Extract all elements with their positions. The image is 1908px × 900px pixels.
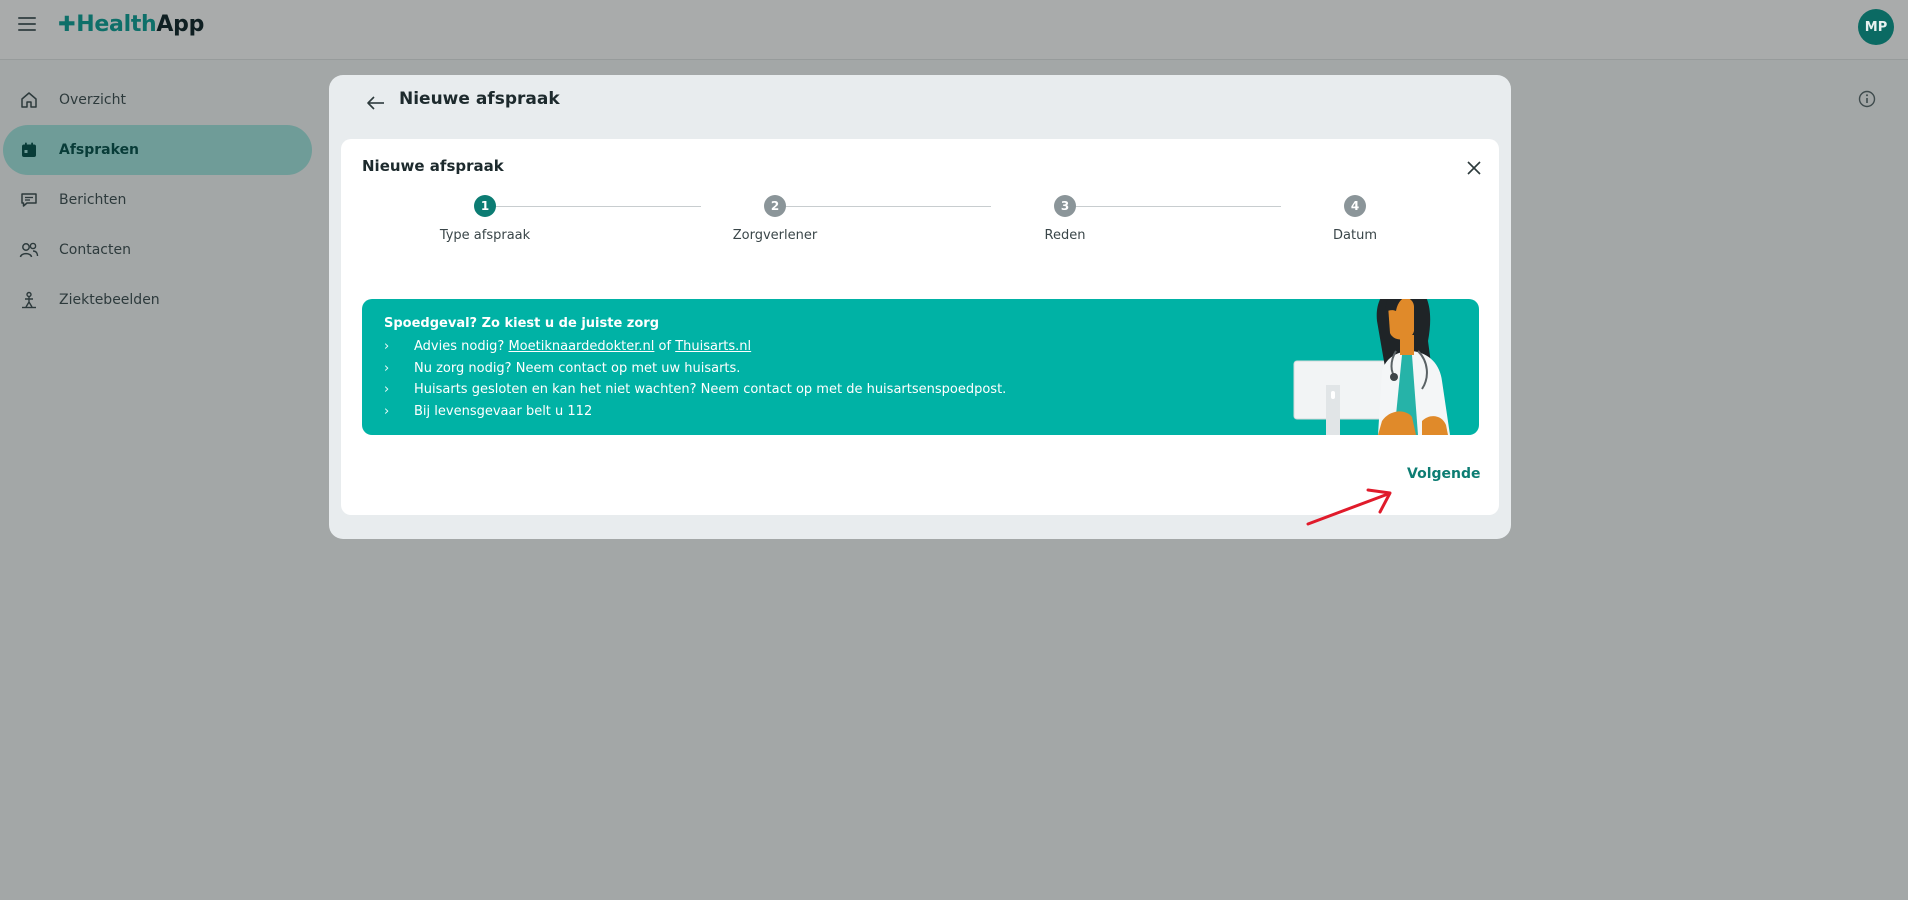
banner-text: Advies nodig?: [414, 339, 509, 355]
sidebar-item-contacten[interactable]: Contacten: [3, 225, 312, 275]
contacts-icon: [17, 238, 41, 262]
step-number: 2: [764, 195, 786, 217]
home-icon: [17, 88, 41, 112]
chevron-right-icon: ›: [384, 360, 390, 376]
list-item: › Advies nodig? Moetiknaardedokter.nl of…: [384, 336, 1006, 358]
step-zorgverlener: 2 Zorgverlener: [675, 195, 875, 243]
banner-text: Nu zorg nodig? Neem contact op met uw hu…: [414, 360, 741, 376]
app-logo[interactable]: ✚HealthApp: [58, 12, 204, 37]
thuisarts-link[interactable]: Thuisarts.nl: [675, 339, 751, 354]
sidebar-item-label: Ziektebeelden: [59, 292, 160, 308]
page-title: Nieuwe afspraak: [399, 89, 560, 109]
step-label: Datum: [1333, 228, 1377, 243]
step-number: 1: [474, 195, 496, 217]
annotation-arrow-icon: [1306, 488, 1392, 526]
stepper: 1 Type afspraak 2 Zorgverlener 3 Reden 4…: [341, 195, 1499, 255]
step-number: 3: [1054, 195, 1076, 217]
banner-text: of: [654, 339, 676, 355]
list-item: › Huisarts gesloten en kan het niet wach…: [384, 379, 1006, 401]
sidebar: Overzicht Afspraken Berichten Contacten …: [0, 75, 320, 325]
sidebar-item-label: Berichten: [59, 192, 127, 208]
step-label: Reden: [1044, 228, 1086, 243]
top-bar: ✚HealthApp MP: [0, 0, 1908, 60]
moetiknaardedokter-link[interactable]: Moetiknaardedokter.nl: [508, 339, 654, 354]
step-datum: 4 Datum: [1255, 195, 1455, 243]
calendar-icon: [17, 138, 41, 162]
step-number: 4: [1344, 195, 1366, 217]
appointment-dialog: Nieuwe afspraak 1 Type afspraak 2 Zorgve…: [341, 139, 1499, 515]
info-icon[interactable]: [1858, 90, 1876, 108]
user-avatar[interactable]: MP: [1858, 9, 1894, 45]
health-cross-icon: ✚: [58, 12, 76, 36]
chevron-right-icon: ›: [384, 339, 390, 355]
sidebar-item-label: Overzicht: [59, 92, 126, 108]
new-appointment-panel: Nieuwe afspraak Nieuwe afspraak 1 Type a…: [329, 75, 1511, 539]
sidebar-item-berichten[interactable]: Berichten: [3, 175, 312, 225]
list-item: › Nu zorg nodig? Neem contact op met uw …: [384, 358, 1006, 380]
step-type-afspraak: 1 Type afspraak: [385, 195, 585, 243]
chevron-right-icon: ›: [384, 403, 390, 419]
banner-title: Spoedgeval? Zo kiest u de juiste zorg: [384, 316, 659, 331]
step-label: Type afspraak: [439, 228, 531, 243]
message-icon: [17, 188, 41, 212]
menu-icon[interactable]: [18, 17, 36, 31]
dialog-title: Nieuwe afspraak: [362, 157, 504, 175]
doctor-illustration: [1293, 299, 1450, 435]
close-icon[interactable]: [1463, 157, 1485, 179]
sidebar-item-label: Afspraken: [59, 142, 140, 158]
sidebar-item-label: Contacten: [59, 242, 131, 258]
logo-app-text: App: [156, 12, 205, 37]
logo-health-text: Health: [76, 12, 157, 37]
sidebar-item-ziektebeelden[interactable]: Ziektebeelden: [3, 275, 312, 325]
sidebar-item-afspraken[interactable]: Afspraken: [3, 125, 312, 175]
sidebar-item-overzicht[interactable]: Overzicht: [3, 75, 312, 125]
step-reden: 3 Reden: [965, 195, 1165, 243]
condition-icon: [17, 288, 41, 312]
emergency-info-banner: Spoedgeval? Zo kiest u de juiste zorg › …: [362, 299, 1479, 435]
banner-list: › Advies nodig? Moetiknaardedokter.nl of…: [384, 336, 1006, 422]
next-button[interactable]: Volgende: [1407, 466, 1481, 482]
banner-text: Huisarts gesloten en kan het niet wachte…: [414, 382, 1007, 398]
step-label: Zorgverlener: [732, 228, 818, 243]
chevron-right-icon: ›: [384, 382, 390, 398]
back-arrow-icon[interactable]: [363, 90, 389, 116]
list-item: › Bij levensgevaar belt u 112: [384, 401, 1006, 423]
banner-text: Bij levensgevaar belt u 112: [414, 403, 593, 419]
